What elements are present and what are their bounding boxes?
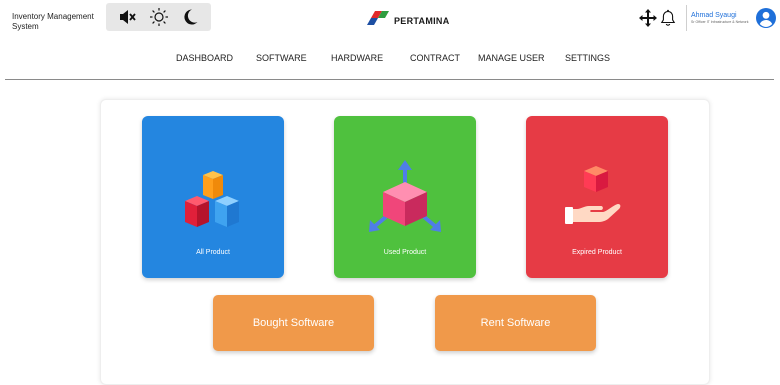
dashboard-card: All Product Used Product Expired Product… <box>100 99 710 385</box>
dashboard-page: Inventory Management System PERTAMINA Ah… <box>0 0 780 385</box>
nav-settings[interactable]: SETTINGS <box>565 53 610 63</box>
move-icon[interactable] <box>638 8 658 28</box>
pertamina-logo-icon <box>366 10 390 31</box>
nav-divider <box>5 79 774 80</box>
expired-product-tile[interactable]: Expired Product <box>526 116 668 278</box>
app-title: Inventory Management System <box>12 12 94 31</box>
brand-name: PERTAMINA <box>394 15 450 26</box>
display-toggles <box>106 3 211 31</box>
all-product-tile[interactable]: All Product <box>142 116 284 278</box>
brand: PERTAMINA <box>366 10 450 31</box>
used-product-label: Used Product <box>383 249 427 256</box>
bought-software-button[interactable]: Bought Software <box>213 295 374 351</box>
user-info[interactable]: Ahmad Syaugi Sr Officer IT Infrastructur… <box>686 5 752 31</box>
nav-dashboard[interactable]: DASHBOARD <box>176 53 233 63</box>
header-actions: Ahmad Syaugi Sr Officer IT Infrastructur… <box>638 4 780 32</box>
sun-icon[interactable] <box>148 6 170 28</box>
cube-arrows-icon <box>369 160 441 232</box>
hand-cube-icon <box>565 166 621 224</box>
nav-hardware[interactable]: HARDWARE <box>331 53 383 63</box>
nav-software[interactable]: SOFTWARE <box>256 53 307 63</box>
nav-manage-user[interactable]: MANAGE USER <box>478 53 545 63</box>
cubes-icon <box>185 171 239 227</box>
user-name: Ahmad Syaugi <box>691 12 737 20</box>
bell-icon[interactable] <box>658 8 678 28</box>
user-role: Sr Officer IT Infrastructure & Network <box>691 20 749 25</box>
mute-icon[interactable] <box>117 6 139 28</box>
user-circle-icon[interactable] <box>754 6 778 30</box>
main-nav: DASHBOARD SOFTWARE HARDWARE CONTRACT MAN… <box>0 53 780 65</box>
moon-icon[interactable] <box>179 6 201 28</box>
rent-software-button[interactable]: Rent Software <box>435 295 596 351</box>
nav-contract[interactable]: CONTRACT <box>410 53 460 63</box>
used-product-tile[interactable]: Used Product <box>334 116 476 278</box>
expired-product-label: Expired Product <box>572 249 622 256</box>
all-product-label: All Product <box>196 249 230 256</box>
